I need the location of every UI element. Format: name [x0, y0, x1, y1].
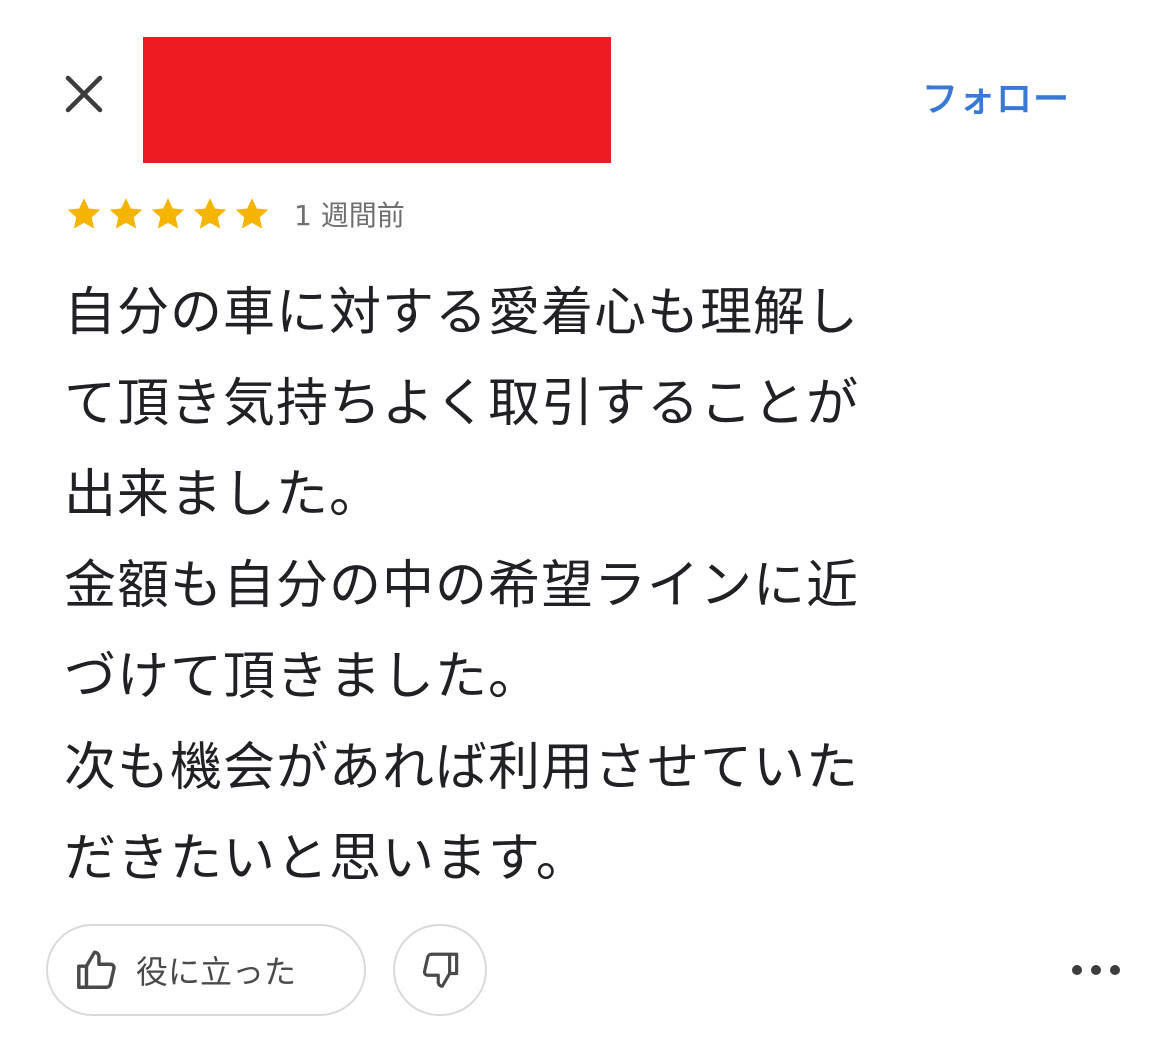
review-body: 自分の車に対する愛着心も理解し て頂き気持ちよく取引することが 出来ました。 金…	[64, 283, 860, 889]
review-sheet: フォロー 1 週間前 自分の車に対する愛着心も理解し て頂き気持ちよく取引するこ…	[0, 0, 1170, 1045]
star-icon	[151, 198, 185, 229]
star-icon	[67, 198, 101, 229]
helpful-button[interactable]: 役に立った	[46, 924, 366, 1016]
not-helpful-button[interactable]	[393, 924, 487, 1016]
redacted-reviewer-name	[143, 37, 611, 163]
rating-row: 1 週間前	[64, 192, 405, 236]
helpful-label: 役に立った	[136, 953, 297, 991]
follow-button[interactable]: フォロー	[922, 70, 1070, 122]
star-rating	[64, 194, 274, 234]
thumbs-up-icon	[77, 950, 116, 989]
more-options-button[interactable]	[1066, 950, 1126, 990]
more-horizontal-icon	[1072, 965, 1120, 975]
review-time-ago: 1 週間前	[294, 199, 405, 232]
thumbs-down-icon	[422, 952, 459, 988]
star-icon	[193, 198, 227, 229]
star-icon	[235, 198, 269, 229]
close-button[interactable]	[58, 68, 110, 120]
star-icon	[109, 198, 143, 229]
close-icon	[65, 75, 103, 113]
